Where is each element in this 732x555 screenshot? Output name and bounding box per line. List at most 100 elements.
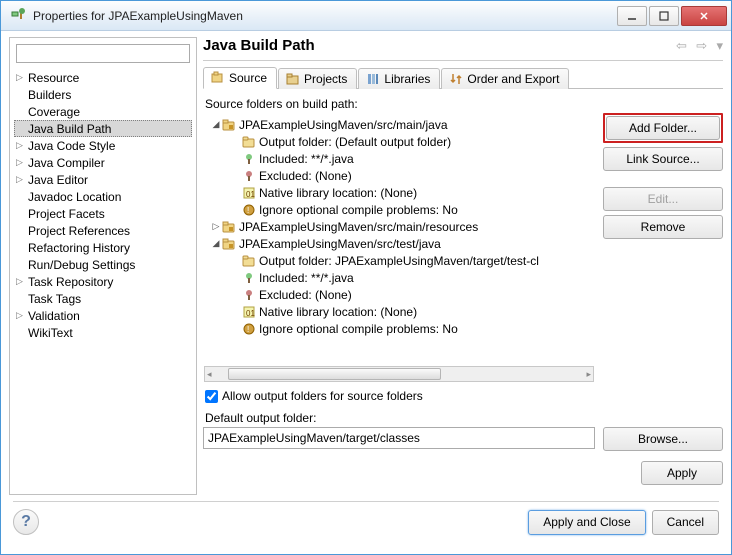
main-panel: Java Build Path ⇦ ⇨ ▾ Source Projects Libr…: [203, 37, 723, 495]
sidebar-item-label: Javadoc Location: [28, 190, 121, 204]
package-folder-icon: [222, 118, 236, 132]
excluded-icon: [242, 169, 256, 183]
sidebar-item-label: Java Editor: [28, 173, 88, 187]
tab-label: Order and Export: [467, 72, 559, 86]
source-detail-row[interactable]: Included: **/*.java: [206, 269, 592, 286]
sidebar-item-label: Coverage: [28, 105, 80, 119]
svg-text:01: 01: [246, 309, 255, 318]
source-detail-row[interactable]: Output folder: JPAExampleUsingMaven/targ…: [206, 252, 592, 269]
divider: [203, 60, 723, 61]
sidebar-item-project-references[interactable]: Project References: [14, 222, 192, 239]
source-detail-row[interactable]: Excluded: (None): [206, 167, 592, 184]
expand-icon[interactable]: ▷: [16, 174, 26, 185]
included-icon: [242, 271, 256, 285]
svg-text:!: !: [247, 206, 249, 215]
horizontal-scrollbar[interactable]: ◂ ▸: [204, 366, 594, 382]
dropdown-icon[interactable]: ▾: [716, 38, 723, 53]
default-output-label: Default output folder:: [205, 411, 723, 425]
sidebar-item-resource[interactable]: ▷Resource: [14, 69, 192, 86]
sidebar-item-validation[interactable]: ▷Validation: [14, 307, 192, 324]
tab-projects[interactable]: Projects: [278, 68, 357, 89]
source-detail-row[interactable]: 01Native library location: (None): [206, 184, 592, 201]
expand-icon[interactable]: ▷: [16, 72, 26, 83]
sidebar-item-run-debug-settings[interactable]: Run/Debug Settings: [14, 256, 192, 273]
source-detail-row[interactable]: Excluded: (None): [206, 286, 592, 303]
source-folder-row[interactable]: ▷ JPAExampleUsingMaven/src/main/resources: [206, 218, 592, 235]
back-icon[interactable]: ⇦: [676, 38, 687, 53]
maximize-button[interactable]: [649, 6, 679, 26]
source-detail-row[interactable]: Output folder: (Default output folder): [206, 133, 592, 150]
row-label: JPAExampleUsingMaven/src/test/java: [239, 237, 441, 251]
remove-button[interactable]: Remove: [603, 215, 723, 239]
source-detail-row[interactable]: 01 Native library location: (None): [206, 303, 592, 320]
forward-icon[interactable]: ⇨: [696, 38, 707, 53]
sidebar-item-label: Project Facets: [28, 207, 105, 221]
source-folders-tree[interactable]: ◢JPAExampleUsingMaven/src/main/java Outpu…: [204, 114, 594, 366]
expand-icon[interactable]: ▷: [16, 276, 26, 287]
expand-icon[interactable]: ▷: [210, 221, 222, 232]
sidebar-item-java-compiler[interactable]: ▷Java Compiler: [14, 154, 192, 171]
projects-icon: [286, 72, 300, 86]
row-label: Native library location: (None): [259, 305, 417, 319]
sidebar-item-label: Run/Debug Settings: [28, 258, 135, 272]
tab-libraries[interactable]: Libraries: [358, 68, 440, 89]
row-label: Output folder: (Default output folder): [259, 135, 451, 149]
sidebar-item-label: Refactoring History: [28, 241, 130, 255]
row-label: Ignore optional compile problems: No: [259, 203, 458, 217]
window-title: Properties for JPAExampleUsingMaven: [33, 9, 615, 23]
expand-icon[interactable]: ▷: [16, 310, 26, 321]
sidebar-item-javadoc-location[interactable]: Javadoc Location: [14, 188, 192, 205]
row-label: Output folder: JPAExampleUsingMaven/targ…: [259, 254, 539, 268]
sidebar-item-java-build-path[interactable]: Java Build Path: [14, 120, 192, 137]
sidebar-item-java-code-style[interactable]: ▷Java Code Style: [14, 137, 192, 154]
sidebar-item-coverage[interactable]: Coverage: [14, 103, 192, 120]
source-folder-row[interactable]: ◢ JPAExampleUsingMaven/src/test/java: [206, 235, 592, 252]
expand-icon[interactable]: ▷: [16, 157, 26, 168]
sidebar-item-java-editor[interactable]: ▷Java Editor: [14, 171, 192, 188]
tabs: Source Projects Libraries Order and Export: [203, 65, 723, 89]
row-label: Excluded: (None): [259, 169, 352, 183]
excluded-icon: [242, 288, 256, 302]
expand-icon[interactable]: ◢: [210, 238, 222, 249]
ignore-icon: !: [242, 322, 256, 336]
sidebar-item-label: Validation: [28, 309, 80, 323]
sidebar-item-label: Java Build Path: [28, 122, 111, 136]
sidebar-item-task-repository[interactable]: ▷Task Repository: [14, 273, 192, 290]
tab-order-and-export[interactable]: Order and Export: [441, 68, 569, 89]
source-detail-row[interactable]: Included: **/*.java: [206, 150, 592, 167]
sidebar-item-label: Project References: [28, 224, 130, 238]
expand-icon[interactable]: ◢: [210, 119, 222, 130]
browse-button[interactable]: Browse...: [603, 427, 723, 451]
minimize-button[interactable]: [617, 6, 647, 26]
edit-button[interactable]: Edit...: [603, 187, 723, 211]
sidebar: ▷Resource Builders Coverage Java Build Path…: [9, 37, 197, 495]
sidebar-item-task-tags[interactable]: Task Tags: [14, 290, 192, 307]
allow-output-checkbox[interactable]: [205, 390, 218, 403]
tab-label: Libraries: [384, 72, 430, 86]
sidebar-item-project-facets[interactable]: Project Facets: [14, 205, 192, 222]
sidebar-item-label: WikiText: [28, 326, 73, 340]
default-output-field[interactable]: [203, 427, 595, 449]
help-button[interactable]: ?: [13, 509, 39, 535]
tab-source[interactable]: Source: [203, 67, 277, 89]
source-folder-row[interactable]: ◢JPAExampleUsingMaven/src/main/java: [206, 116, 592, 133]
apply-and-close-button[interactable]: Apply and Close: [528, 510, 645, 535]
page-title: Java Build Path: [203, 37, 670, 54]
source-detail-row[interactable]: !Ignore optional compile problems: No: [206, 320, 592, 337]
tab-label: Projects: [304, 72, 347, 86]
add-folder-button[interactable]: Add Folder...: [606, 116, 720, 140]
filter-input[interactable]: [16, 44, 190, 63]
source-detail-row[interactable]: ! Ignore optional compile problems: No: [206, 201, 592, 218]
sidebar-item-label: Task Tags: [28, 292, 81, 306]
sidebar-item-builders[interactable]: Builders: [14, 86, 192, 103]
sidebar-item-wikitext[interactable]: WikiText: [14, 324, 192, 341]
close-button[interactable]: [681, 6, 727, 26]
sidebar-item-refactoring-history[interactable]: Refactoring History: [14, 239, 192, 256]
apply-button[interactable]: Apply: [641, 461, 723, 485]
sidebar-item-label: Builders: [28, 88, 71, 102]
row-label: JPAExampleUsingMaven/src/main/resources: [239, 220, 478, 234]
scroll-thumb[interactable]: [228, 368, 441, 380]
link-source-button[interactable]: Link Source...: [603, 147, 723, 171]
cancel-button[interactable]: Cancel: [652, 510, 719, 535]
expand-icon[interactable]: ▷: [16, 140, 26, 151]
